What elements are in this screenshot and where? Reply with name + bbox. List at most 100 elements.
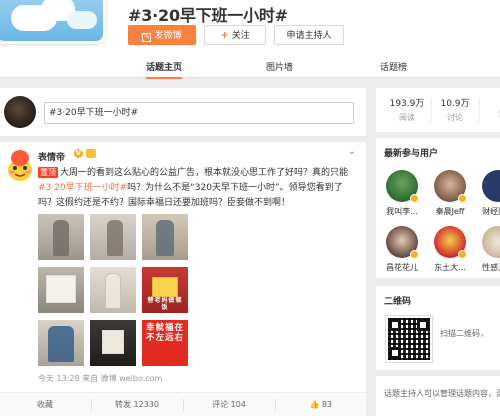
user-avatar	[482, 226, 500, 258]
user-avatar	[386, 226, 419, 259]
post-photo[interactable]	[38, 267, 84, 313]
cloud-shape	[67, 11, 97, 29]
qr-description: 扫描二维码，	[440, 329, 488, 338]
user-name: 昌花花儿	[386, 263, 418, 272]
post-composer: #3·20早下班一小时#	[0, 88, 366, 136]
host-info-text: 话题主持人可以管理话题内容，汇	[384, 389, 500, 398]
feed-post: 表情帝 V ⌄ 置顶 大周一的看到这么贴心的公益广告，根本就没心思工作了好吗？真的…	[0, 142, 366, 416]
author-name[interactable]: 表情帝	[38, 150, 65, 163]
pinned-badge: 置顶	[38, 167, 58, 178]
post-weibo-label: 发微博	[154, 31, 182, 41]
qr-title: 二维码	[384, 297, 412, 307]
qr-corner	[389, 319, 401, 331]
topic-stats: 193.9万 阅读 10.9万 讨论 1 粉	[376, 88, 500, 132]
apply-host-label: 申请主持人	[286, 31, 332, 41]
post-hashtag-link[interactable]: #3·20早下班一小时#	[38, 183, 127, 193]
post-photo[interactable]: 替老妈做顿饭	[142, 267, 188, 313]
qr-corner	[389, 347, 401, 359]
topic-title: #3·20早下班一小时#	[128, 6, 288, 25]
person-figure	[156, 220, 174, 256]
recent-user[interactable]: 性感王...	[476, 226, 500, 273]
user-name: 东土大...	[434, 263, 466, 272]
post-photo[interactable]: 幸就福在不左远右	[142, 320, 188, 366]
stat-label: 阅读	[399, 113, 415, 122]
post-photo[interactable]	[90, 320, 136, 366]
edit-icon: ✎	[142, 33, 152, 42]
post-action-bar: 收藏 转发 12330 评论 104 👍 83	[0, 392, 366, 416]
tab-topic-home[interactable]: 话题主页	[146, 58, 183, 79]
post-photo[interactable]	[90, 267, 136, 313]
person-figure	[48, 326, 74, 362]
post-photo[interactable]	[142, 214, 188, 260]
comment-button[interactable]: 评论 104	[184, 393, 274, 416]
current-user-avatar[interactable]	[4, 96, 36, 128]
recent-user[interactable]: 秦晨Jeff	[428, 170, 472, 217]
follow-button[interactable]: + 关注	[204, 25, 266, 45]
stat-value: 10.9万	[440, 99, 470, 109]
plus-icon: +	[220, 30, 229, 41]
verified-icon	[410, 194, 419, 203]
user-name: 秦晨Jeff	[435, 207, 465, 216]
post-text: 置顶 大周一的看到这么贴心的公益广告，根本就没心思工作了好吗？真的只能 #3·20早…	[38, 166, 360, 211]
post-meta: 今天 13:28 来自 微博 weibo.com	[38, 374, 163, 383]
like-button[interactable]: 👍 83	[276, 393, 366, 416]
tab-topic-rank[interactable]: 话题榜	[380, 58, 407, 78]
host-info-card: 话题主持人可以管理话题内容，汇	[376, 376, 500, 416]
stat-value: 193.9万	[389, 99, 425, 109]
post-text-intro: 大周一的看到这么贴心的公益广告，根本就没心思工作了好吗？真的只能	[60, 168, 349, 178]
apply-host-button[interactable]: 申请主持人	[274, 25, 344, 45]
person-figure	[53, 220, 69, 256]
post-weibo-button[interactable]: ✎ 发微博	[128, 25, 196, 45]
topic-header: #3·20早下班一小时# ✎ 发微博 + 关注 申请主持人 话题主页 图片墙 话题榜	[0, 0, 500, 79]
person-figure	[105, 273, 121, 309]
member-crown-icon	[86, 149, 96, 158]
poster-sign	[152, 277, 178, 297]
user-name: 性感王...	[482, 263, 500, 272]
photo-caption: 幸就福在不左远右	[145, 323, 184, 343]
stat-label: 讨论	[447, 113, 463, 122]
post-photo[interactable]	[38, 320, 84, 366]
user-avatar	[434, 170, 467, 203]
composer-input[interactable]: #3·20早下班一小时#	[44, 102, 354, 124]
follow-label: 关注	[231, 31, 250, 41]
recent-user[interactable]: 我叫李...	[380, 170, 424, 217]
verified-icon	[458, 250, 467, 259]
photo-grid: 替老妈做顿饭 幸就福在不左远右	[38, 214, 190, 366]
stat-fans: 1 粉	[480, 96, 500, 120]
like-count: 83	[321, 400, 333, 409]
poster-sign	[46, 275, 76, 303]
favorite-button[interactable]: 收藏	[0, 393, 90, 416]
stat-discussion: 10.9万 讨论	[432, 96, 478, 123]
recent-user[interactable]: 东土大...	[428, 226, 472, 273]
repost-button[interactable]: 转发 12330	[92, 393, 182, 416]
photo-caption: 替老妈做顿饭	[147, 297, 183, 311]
tab-photo-wall[interactable]: 图片墙	[266, 58, 293, 78]
recent-users-card: 最新参与用户 我叫李... 秦晨Jeff 财经国... 昌花花儿 东土大... …	[376, 138, 500, 278]
poster-sign	[102, 330, 124, 354]
verified-icon	[458, 194, 467, 203]
recent-users-title: 最新参与用户	[384, 149, 439, 159]
person-figure	[107, 220, 123, 256]
user-avatar	[482, 170, 500, 202]
recent-user[interactable]: 财经国...	[476, 170, 500, 217]
thumbs-up-icon: 👍	[309, 400, 320, 409]
qr-code-card: 二维码 扫描二维码，	[376, 286, 500, 370]
author-avatar[interactable]	[6, 148, 34, 182]
topic-tabs: 话题主页 图片墙 话题榜	[0, 58, 500, 79]
user-name: 财经国...	[482, 207, 500, 216]
qr-corner	[417, 319, 429, 331]
topic-cover-image	[0, 0, 106, 44]
user-avatar	[386, 170, 419, 203]
stat-read: 193.9万 阅读	[384, 96, 430, 123]
stat-value: 1	[480, 96, 500, 106]
stat-label: 粉	[480, 109, 500, 120]
post-photo[interactable]	[38, 214, 84, 260]
verified-icon	[410, 250, 419, 259]
user-avatar	[434, 226, 467, 259]
recent-user[interactable]: 昌花花儿	[380, 226, 424, 273]
verified-icon: V	[74, 149, 83, 158]
chevron-down-icon[interactable]: ⌄	[348, 146, 356, 157]
user-name: 我叫李...	[386, 207, 418, 216]
qr-code-image	[385, 315, 433, 363]
post-photo[interactable]	[90, 214, 136, 260]
